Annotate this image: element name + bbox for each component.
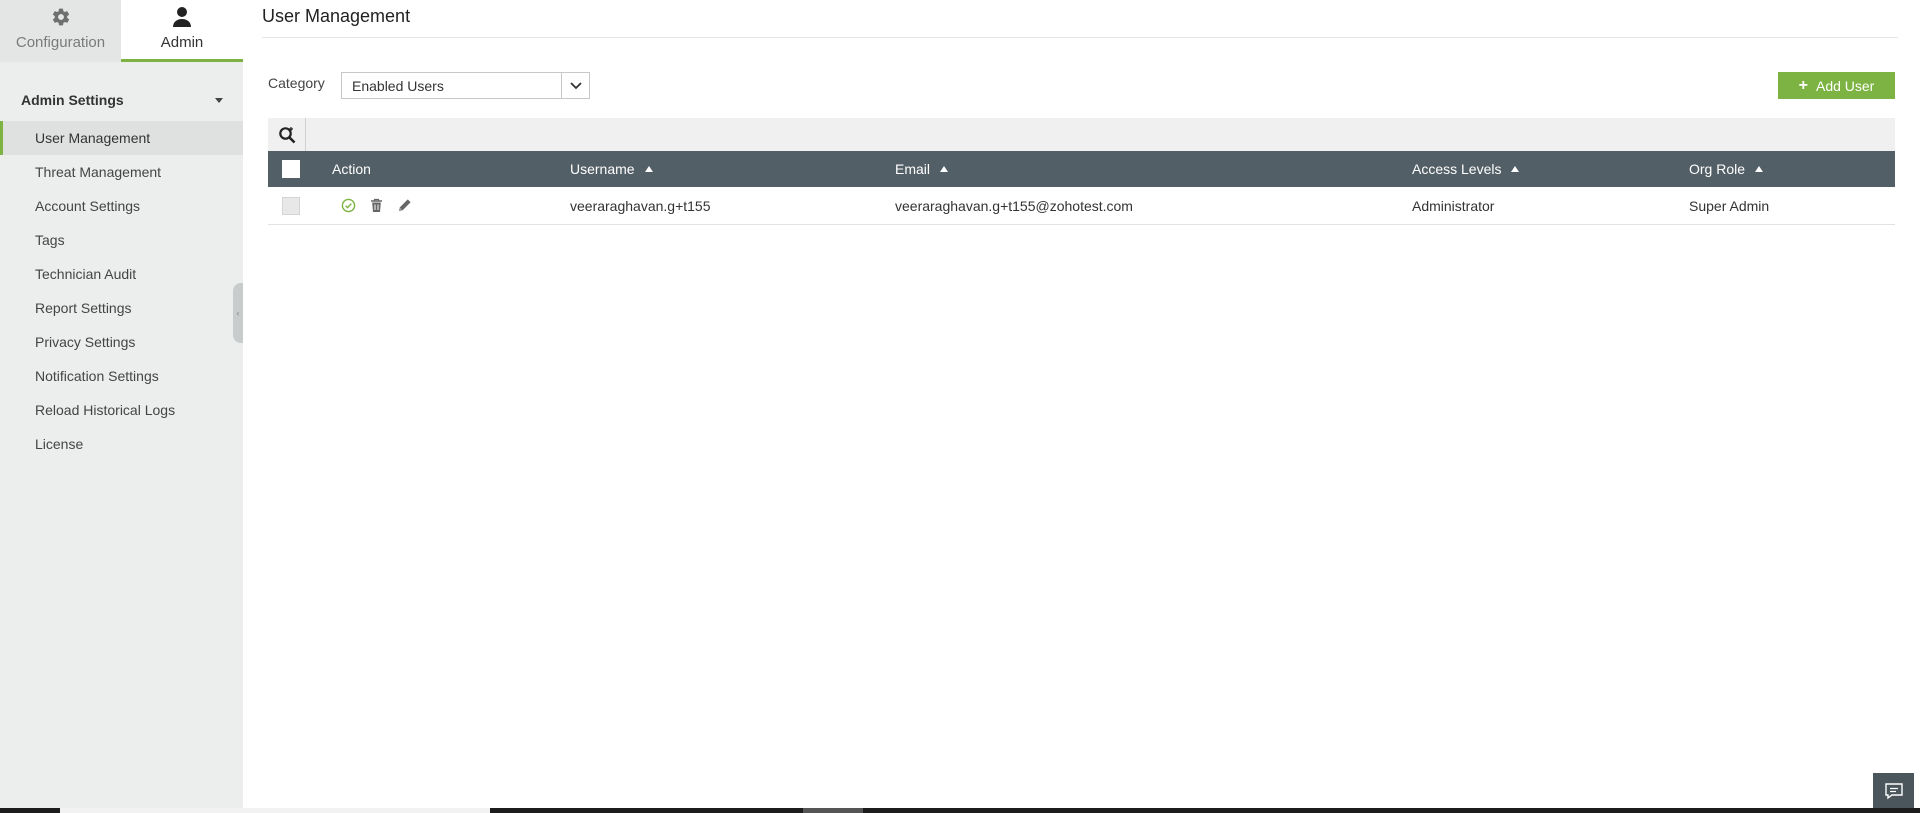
main-content: User Management Category Enabled Users +… — [243, 0, 1920, 808]
column-header-username[interactable]: Username — [570, 161, 895, 177]
column-header-action-label: Action — [332, 161, 371, 177]
sort-asc-icon[interactable] — [644, 166, 653, 172]
add-user-label: Add User — [1815, 77, 1875, 94]
sidebar-item-notification-settings[interactable]: Notification Settings — [0, 359, 243, 393]
sidebar-item-technician-audit[interactable]: Technician Audit — [0, 257, 243, 291]
sort-asc-icon[interactable] — [1511, 166, 1520, 172]
row-check-cell — [268, 196, 332, 215]
category-select-value: Enabled Users — [352, 77, 444, 94]
column-header-org-role[interactable]: Org Role — [1689, 161, 1895, 177]
title-divider — [262, 37, 1898, 38]
tab-configuration-label: Configuration — [15, 34, 106, 51]
cell-org-role: Super Admin — [1689, 197, 1770, 214]
header-check-cell — [268, 160, 332, 178]
admin-settings-toggle[interactable]: Admin Settings — [0, 89, 243, 111]
column-header-username-label: Username — [570, 161, 635, 177]
scrollbar-segment — [60, 808, 490, 813]
table-header: Action Username Email Access Levels Org … — [268, 151, 1895, 187]
admin-settings-title: Admin Settings — [21, 92, 124, 108]
caret-down-icon — [215, 97, 223, 103]
search-icon[interactable] — [268, 118, 306, 151]
cell-access-level: Administrator — [1412, 197, 1495, 214]
row-actions — [332, 198, 570, 213]
chevron-left-icon: ‹ — [236, 308, 240, 318]
bottom-scrollbar[interactable] — [0, 808, 1920, 813]
tab-admin[interactable]: Admin — [121, 0, 243, 62]
column-header-email-label: Email — [895, 161, 931, 177]
sidebar-item-tags[interactable]: Tags — [0, 223, 243, 257]
top-tabs: Configuration Admin — [0, 0, 243, 62]
sidebar-collapse-handle[interactable]: ‹ — [233, 283, 243, 343]
cell-email: veeraraghavan.g+t155@zohotest.com — [895, 197, 1133, 214]
sidebar-item-report-settings[interactable]: Report Settings — [0, 291, 243, 325]
chat-icon[interactable] — [1873, 773, 1914, 808]
table-row: veeraraghavan.g+t155 veeraraghavan.g+t15… — [268, 187, 1895, 225]
plus-icon: + — [1798, 76, 1808, 94]
column-header-access-levels[interactable]: Access Levels — [1412, 161, 1689, 177]
sidebar-item-threat-management[interactable]: Threat Management — [0, 155, 243, 189]
admin-settings-nav: User Management Threat Management Accoun… — [0, 121, 243, 461]
row-checkbox[interactable] — [282, 196, 300, 215]
gear-icon — [51, 6, 71, 28]
category-select[interactable]: Enabled Users — [341, 72, 590, 99]
trash-icon[interactable] — [370, 198, 383, 213]
sort-asc-icon[interactable] — [1755, 166, 1764, 172]
sidebar: Configuration Admin Admin Settings User … — [0, 0, 243, 808]
column-header-org-role-label: Org Role — [1689, 161, 1746, 177]
column-header-action: Action — [332, 161, 570, 177]
cell-username: veeraraghavan.g+t155 — [570, 197, 711, 214]
pencil-icon[interactable] — [397, 198, 412, 213]
select-all-checkbox[interactable] — [282, 160, 300, 178]
sidebar-item-account-settings[interactable]: Account Settings — [0, 189, 243, 223]
sidebar-item-license[interactable]: License — [0, 427, 243, 461]
sidebar-item-privacy-settings[interactable]: Privacy Settings — [0, 325, 243, 359]
table-toolbar — [268, 118, 1895, 151]
user-icon — [172, 6, 192, 28]
chevron-down-icon[interactable] — [561, 73, 589, 98]
sort-asc-icon[interactable] — [940, 166, 949, 172]
column-header-access-levels-label: Access Levels — [1412, 161, 1502, 177]
scrollbar-thumb[interactable] — [803, 808, 863, 813]
page-title: User Management — [262, 6, 411, 26]
add-user-button[interactable]: + Add User — [1778, 72, 1895, 99]
check-circle-icon[interactable] — [341, 198, 356, 213]
sidebar-item-reload-historical-logs[interactable]: Reload Historical Logs — [0, 393, 243, 427]
users-table: Action Username Email Access Levels Org … — [268, 151, 1895, 225]
tab-admin-label: Admin — [160, 34, 204, 51]
tab-configuration[interactable]: Configuration — [0, 0, 121, 62]
action-icons — [332, 198, 412, 213]
sidebar-item-user-management[interactable]: User Management — [0, 121, 243, 155]
category-label: Category — [268, 75, 325, 91]
column-header-email[interactable]: Email — [895, 161, 1412, 177]
